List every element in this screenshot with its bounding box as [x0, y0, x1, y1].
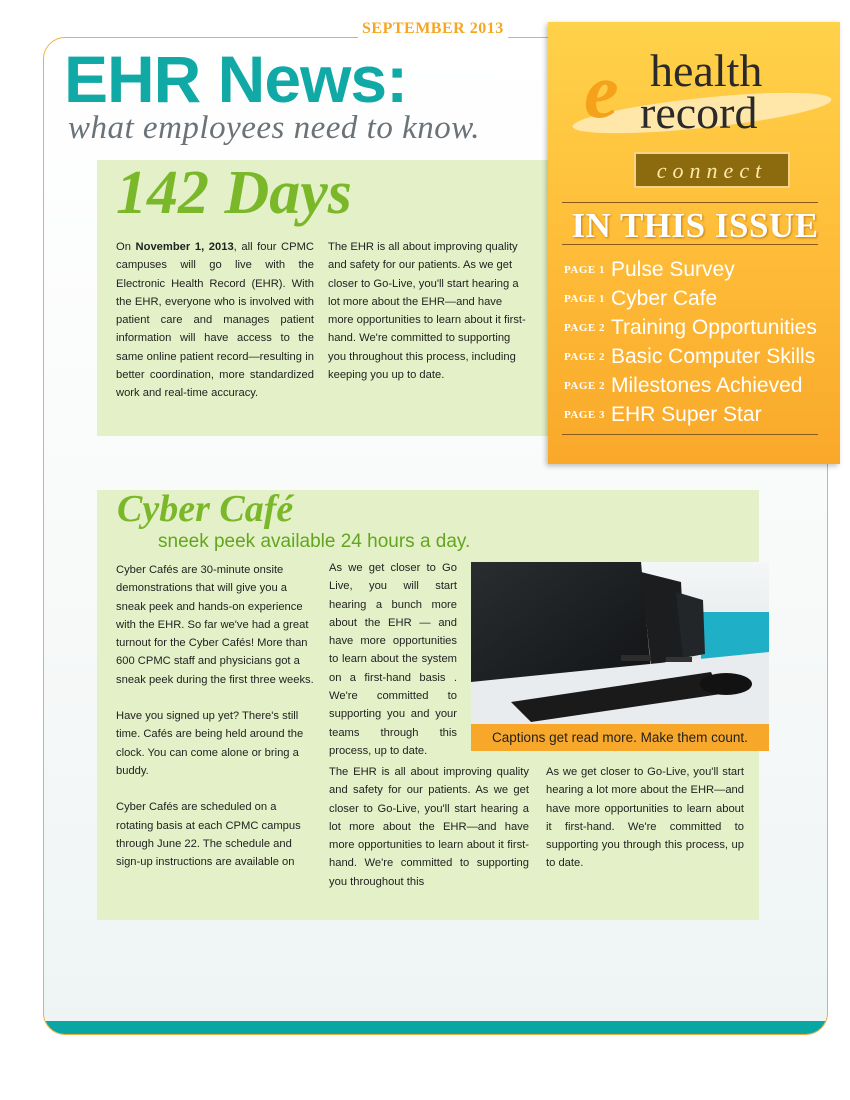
sidebar-rule-mid — [562, 244, 818, 245]
toc-label: Pulse Survey — [611, 258, 735, 281]
days-column-2: The EHR is all about improving quality a… — [328, 241, 526, 382]
toc-page: PAGE 3 — [564, 409, 605, 421]
logo-connect: connect — [634, 152, 790, 188]
cafe-col1-para-3: Cyber Cafés are scheduled on a rotating … — [116, 801, 301, 869]
sidebar-rule-top — [562, 202, 818, 203]
toc-page: PAGE 2 — [564, 351, 605, 363]
issue-date: SEPTEMBER 2013 — [358, 20, 508, 38]
cafe-subheading: sneek peek available 24 hours a day. — [158, 531, 471, 552]
toc-label: Basic Computer Skills — [611, 345, 816, 368]
toc-item-basic-computer-skills[interactable]: PAGE 2 Basic Computer Skills — [564, 345, 815, 373]
days-col1-date: November 1, 2013 — [135, 241, 234, 253]
days-col1-rest: , all four CPMC campuses will go live wi… — [116, 241, 314, 400]
cafe-column-2-bottom: The EHR is all about improving quality a… — [329, 766, 529, 888]
toc-label: Cyber Cafe — [611, 287, 718, 310]
toc-item-cyber-cafe[interactable]: PAGE 1 Cyber Cafe — [564, 287, 717, 315]
toc-item-pulse-survey[interactable]: PAGE 1 Pulse Survey — [564, 258, 735, 286]
cafe-column-1: Cyber Cafés are 30-minute onsite demonst… — [116, 561, 316, 871]
cafe-heading: Cyber Café — [117, 488, 294, 530]
toc-item-training-opportunities[interactable]: PAGE 2 Training Opportunities — [564, 316, 817, 344]
toc-page: PAGE 2 — [564, 322, 605, 334]
sidebar: e health record connect IN THIS ISSUE PA… — [548, 22, 840, 464]
toc-page: PAGE 1 — [564, 293, 605, 305]
days-heading: 142 Days — [116, 159, 352, 227]
computer-lab-illustration — [471, 562, 769, 724]
cafe-col1-para-2: Have you signed up yet? There's still ti… — [116, 710, 304, 777]
toc-page: PAGE 2 — [564, 380, 605, 392]
toc-item-milestones-achieved[interactable]: PAGE 2 Milestones Achieved — [564, 374, 802, 402]
days-column-1: On November 1, 2013, all four CPMC campu… — [116, 238, 314, 403]
computer-lab-photo — [471, 562, 769, 724]
logo-e: e — [584, 47, 619, 134]
toc-label: EHR Super Star — [611, 403, 762, 426]
toc-item-ehr-super-star[interactable]: PAGE 3 EHR Super Star — [564, 403, 762, 431]
logo-record: record — [640, 87, 758, 138]
sidebar-rule-bottom — [562, 434, 818, 435]
days-col1-lead: On — [116, 241, 136, 253]
masthead-title: EHR News: — [64, 42, 408, 116]
in-this-issue-title: IN THIS ISSUE — [571, 206, 819, 245]
photo-caption: Captions get read more. Make them count. — [471, 724, 769, 751]
toc-label: Milestones Achieved — [611, 374, 803, 397]
footer-bar — [44, 1021, 827, 1034]
ehealth-record-logo: e health record connect — [562, 42, 833, 202]
toc-label: Training Opportunities — [611, 316, 817, 339]
cafe-column-3: As we get closer to Go-Live, you'll star… — [546, 766, 744, 870]
toc-page: PAGE 1 — [564, 264, 605, 276]
cafe-column-2-top: As we get closer to Go Live, you will st… — [329, 562, 457, 757]
cafe-col1-para-1: Cyber Cafés are 30-minute onsite demonst… — [116, 564, 314, 686]
masthead-subtitle: what employees need to know. — [68, 110, 481, 146]
